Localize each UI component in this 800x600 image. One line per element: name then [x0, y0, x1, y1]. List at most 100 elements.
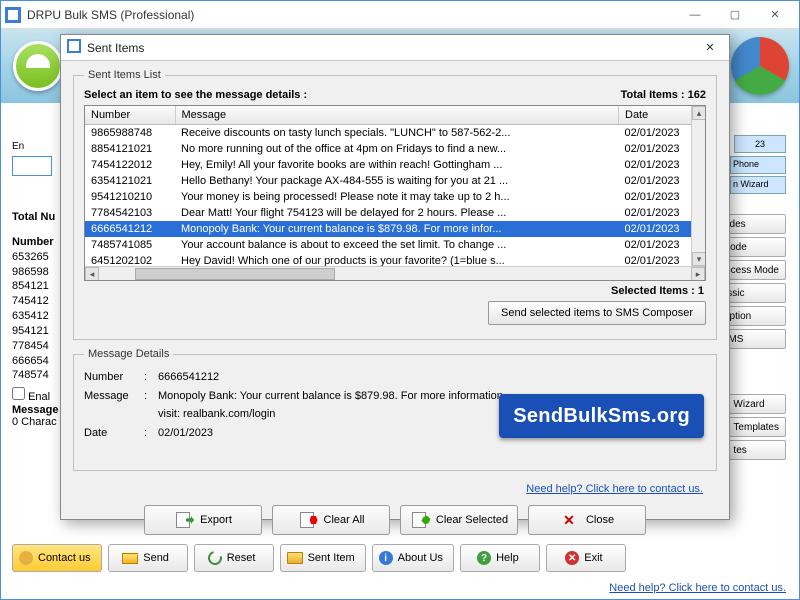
send-button[interactable]: Send — [108, 544, 188, 572]
main-help-link[interactable]: Need help? Click here to contact us. — [595, 578, 800, 598]
message-details-group: Message Details Number:6666541212 Messag… — [73, 348, 717, 471]
cell-number: 9865988748 — [85, 125, 175, 142]
bg-num-row: 986598 — [12, 265, 55, 280]
dialog-icon — [67, 39, 81, 56]
reset-button[interactable]: Reset — [194, 544, 274, 572]
enter-input[interactable] — [12, 156, 52, 176]
detail-number-label: Number — [84, 368, 144, 387]
bg-btn-tes[interactable]: tes — [726, 440, 786, 460]
help-button[interactable]: ?Help — [460, 544, 540, 572]
table-row[interactable]: 9541210210Your money is being processed!… — [85, 189, 705, 205]
bg-enter-area: En — [12, 140, 48, 176]
export-button[interactable]: Export — [144, 505, 262, 535]
table-row[interactable]: 7784542103Dear Matt! Your flight 754123 … — [85, 205, 705, 221]
message-details-legend: Message Details — [84, 348, 173, 360]
close-button[interactable]: ✕ — [755, 3, 795, 27]
app-icon — [5, 7, 21, 23]
detail-date-value: 02/01/2023 — [158, 424, 213, 443]
horizontal-scrollbar[interactable]: ◂▸ — [85, 266, 705, 280]
close-icon: ✕ — [560, 511, 578, 529]
table-row[interactable]: 7485741085Your account balance is about … — [85, 237, 705, 253]
cell-message: Dear Matt! Your flight 754123 will be de… — [175, 205, 619, 221]
exit-button[interactable]: ✕Exit — [546, 544, 626, 572]
table-row[interactable]: 8854121021No more running out of the off… — [85, 141, 705, 157]
detail-message-label: Message — [84, 387, 144, 424]
dialog-close-button[interactable]: ✕ — [697, 38, 723, 58]
clear-selected-icon — [412, 512, 426, 528]
enter-label: En — [12, 141, 24, 152]
cell-message: No more running out of the office at 4pm… — [175, 141, 619, 157]
message-label: Message — [12, 404, 58, 416]
cell-number: 7784542103 — [85, 205, 175, 221]
cell-message: Your account balance is about to exceed … — [175, 237, 619, 253]
help-icon: ? — [477, 551, 491, 565]
about-us-button[interactable]: iAbout Us — [372, 544, 454, 572]
pie-chart-icon — [731, 37, 789, 95]
cell-number: 8854121021 — [85, 141, 175, 157]
cell-message: Your money is being processed! Please no… — [175, 189, 619, 205]
bg-num-row: 748574 — [12, 368, 55, 383]
minimize-button[interactable]: — — [675, 3, 715, 27]
detail-date-label: Date — [84, 424, 144, 443]
maximize-button[interactable]: ▢ — [715, 3, 755, 27]
close-dialog-button[interactable]: ✕Close — [528, 505, 646, 535]
bg-numbers-panel: Total Nu Number 653265 986598 854121 745… — [12, 210, 55, 405]
reset-icon — [205, 548, 224, 567]
enable-checkbox[interactable] — [12, 387, 25, 400]
clear-selected-button[interactable]: Clear Selected — [400, 505, 518, 535]
detail-number-value: 6666541212 — [158, 368, 219, 387]
send-to-composer-button[interactable]: Send selected items to SMS Composer — [488, 301, 706, 325]
bg-num-row: 666654 — [12, 354, 55, 369]
bg-btn-23[interactable]: 23 — [734, 135, 786, 153]
total-items: Total Items : 162 — [621, 89, 706, 101]
info-icon: i — [379, 551, 393, 565]
dialog-title: Sent Items — [87, 41, 697, 55]
cell-message: Receive discounts on tasty lunch special… — [175, 125, 619, 142]
watermark: SendBulkSms.org — [499, 394, 704, 438]
cell-number: 7454122012 — [85, 157, 175, 173]
cell-number: 6354121021 — [85, 173, 175, 189]
sent-items-list-group: Sent Items List Select an item to see th… — [73, 69, 717, 340]
android-icon — [13, 41, 63, 91]
app-title: DRPU Bulk SMS (Professional) — [27, 8, 675, 22]
chars-label: 0 Charac — [12, 416, 58, 428]
bg-btn-phone[interactable]: Phone — [730, 156, 786, 174]
sent-items-list-legend: Sent Items List — [84, 69, 165, 81]
dialog-titlebar: Sent Items ✕ — [61, 35, 729, 61]
bg-num-row: 745412 — [12, 294, 55, 309]
bg-btn-templates[interactable]: Templates — [726, 417, 786, 437]
clear-all-icon — [300, 512, 314, 528]
contact-us-button[interactable]: Contact us — [12, 544, 102, 572]
bg-num-row: 854121 — [12, 279, 55, 294]
table-row[interactable]: 6666541212Monopoly Bank: Your current ba… — [85, 221, 705, 237]
total-numbers-label: Total Nu — [12, 210, 55, 225]
instruction-text: Select an item to see the message detail… — [84, 89, 307, 101]
exit-icon: ✕ — [565, 551, 579, 565]
bg-btn-wizard[interactable]: n Wizard — [730, 176, 786, 194]
number-col-header: Number — [12, 235, 55, 250]
bg-message-area: Message 0 Charac — [12, 404, 58, 428]
cell-message: Hello Bethany! Your package AX-484-555 i… — [175, 173, 619, 189]
bg-num-row: 635412 — [12, 309, 55, 324]
person-icon — [19, 551, 33, 565]
sent-item-button[interactable]: Sent Item — [280, 544, 366, 572]
items-table[interactable]: Number Message Date 9865988748Receive di… — [84, 105, 706, 281]
bg-num-row: 653265 — [12, 250, 55, 265]
dialog-help-link[interactable]: Need help? Click here to contact us. — [73, 479, 717, 499]
bg-num-row: 954121 — [12, 324, 55, 339]
clear-all-button[interactable]: Clear All — [272, 505, 390, 535]
vertical-scrollbar[interactable]: ▴▾ — [691, 106, 705, 266]
selected-items: Selected Items : 1 — [86, 285, 704, 297]
cell-number: 7485741085 — [85, 237, 175, 253]
cell-number: 6666541212 — [85, 221, 175, 237]
col-message[interactable]: Message — [175, 106, 619, 125]
col-number[interactable]: Number — [85, 106, 175, 125]
table-row[interactable]: 7454122012Hey, Emily! All your favorite … — [85, 157, 705, 173]
folder-icon — [287, 552, 303, 564]
bg-num-row: 778454 — [12, 339, 55, 354]
bg-btn-wizard2[interactable]: Wizard — [726, 394, 786, 414]
cell-message: Monopoly Bank: Your current balance is $… — [175, 221, 619, 237]
table-row[interactable]: 9865988748Receive discounts on tasty lun… — [85, 125, 705, 142]
table-row[interactable]: 6354121021Hello Bethany! Your package AX… — [85, 173, 705, 189]
enable-label: Enal — [28, 391, 50, 403]
